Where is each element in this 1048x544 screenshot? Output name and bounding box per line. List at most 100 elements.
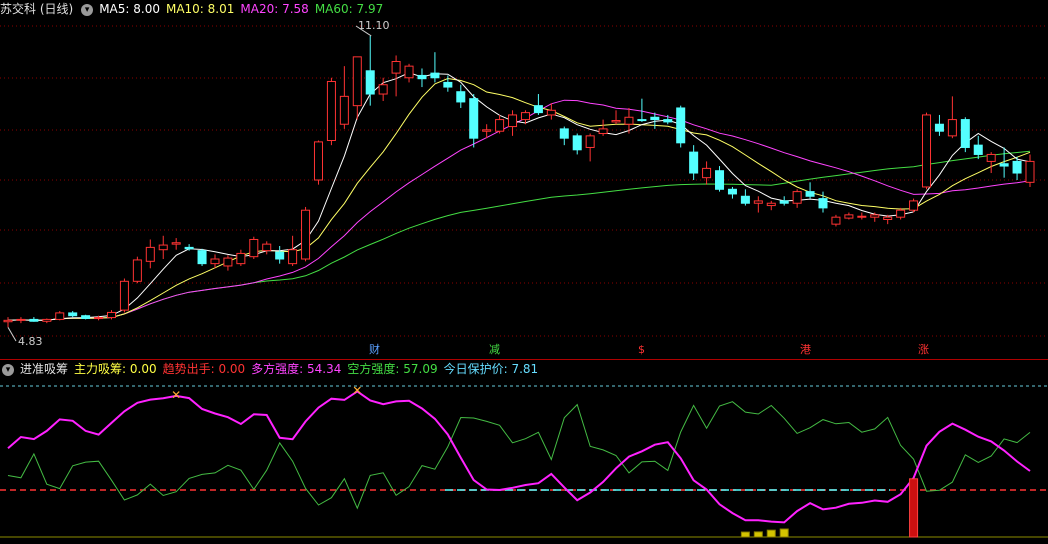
candle-body	[1025, 160, 1035, 183]
candle-body	[55, 312, 65, 320]
candle-body	[663, 119, 673, 123]
chevron-down-icon[interactable]: ▾	[81, 3, 94, 16]
candle-body	[960, 119, 970, 148]
stock-title[interactable]: 苏交科 (日线)	[0, 2, 73, 16]
signal-marker-icon: ✕	[171, 388, 181, 402]
low-marker	[7, 327, 17, 342]
candle-body	[792, 191, 802, 204]
candle-body	[3, 319, 13, 323]
candle-body	[624, 116, 634, 125]
candle-body	[262, 243, 272, 252]
candle-body	[197, 250, 207, 265]
candle-body	[171, 242, 181, 245]
bear-strength-line	[7, 401, 1031, 510]
chevron-down-icon[interactable]: ▾	[2, 363, 14, 376]
candle-body	[585, 135, 595, 148]
candle-body	[1012, 160, 1022, 174]
absorb-bar	[753, 531, 763, 538]
candle-body	[352, 56, 362, 107]
candle-body	[313, 141, 323, 181]
news-tag-rise[interactable]: 涨	[918, 344, 929, 356]
candle-body	[339, 95, 349, 125]
bull-strength-line	[7, 390, 1031, 524]
signal-marker-icon: ✕	[352, 383, 362, 397]
candle-body	[443, 81, 453, 88]
news-tag-reduce[interactable]: 减	[489, 344, 500, 356]
candle-body	[844, 214, 854, 219]
candle-body	[520, 112, 530, 121]
candle-body	[740, 195, 750, 204]
news-tag-finance[interactable]: 财	[369, 344, 380, 356]
candle-body	[81, 315, 91, 319]
ma60-label: MA60: 7.97	[314, 2, 384, 16]
candle-body	[145, 246, 155, 262]
indicator-panel-plot: ✕ ✕	[0, 383, 1048, 538]
candle-body	[378, 84, 388, 95]
ma20-line	[7, 99, 1031, 321]
candle-body	[896, 209, 906, 218]
indicator-panel-header: ▾ 进准吸筹 主力吸筹: 0.00 趋势出手: 0.00 多方强度: 54.34 空方强度…	[0, 360, 544, 378]
candle-body	[818, 198, 828, 209]
ma10-line	[7, 77, 1031, 321]
low-price-label: 4.83	[18, 335, 43, 348]
candle-body	[275, 251, 285, 260]
candle-body	[106, 311, 117, 319]
candle-body	[805, 191, 815, 197]
candle-body	[132, 259, 142, 282]
candle-body	[999, 163, 1009, 167]
candle-body	[986, 153, 996, 162]
candle-body	[753, 200, 763, 204]
ma60-line	[7, 150, 1031, 321]
absorb-bar	[779, 528, 789, 538]
candle-body	[456, 91, 466, 103]
price-panel-header: 苏交科 (日线) ▾ MA5: 8.00 MA10: 8.01 MA20: 7.58 MA…	[0, 0, 389, 18]
absorb-bar	[766, 529, 776, 538]
candle-body	[973, 144, 983, 155]
protect-price-label: 今日保护价: 7.81	[443, 362, 539, 376]
candle-body	[883, 216, 893, 220]
candle-body	[559, 128, 569, 139]
indicator-name[interactable]: 进准吸筹	[20, 362, 68, 376]
ma5-label: MA5: 8.00	[99, 2, 160, 16]
candle-body	[391, 61, 401, 74]
candle-body	[417, 74, 427, 80]
candle-body	[870, 214, 880, 218]
candle-body	[650, 116, 660, 121]
candle-body	[572, 135, 582, 151]
candle-body	[702, 167, 712, 179]
candle-body	[365, 70, 375, 95]
trend-shot-bar	[909, 478, 919, 538]
candlestick-series[interactable]	[3, 25, 1035, 342]
price-gridlines	[0, 25, 1048, 337]
candle-body	[909, 200, 919, 211]
candle-body	[947, 119, 957, 137]
candle-body	[326, 80, 336, 141]
candle-body	[210, 258, 220, 265]
candle-body	[779, 200, 789, 204]
candle-body	[288, 249, 298, 265]
bear-strength-label: 空方强度: 57.09	[347, 362, 438, 376]
bull-strength-label: 多方强度: 54.34	[251, 362, 342, 376]
candle-body	[676, 107, 686, 144]
candle-body	[430, 72, 440, 79]
candle-body	[482, 129, 492, 132]
candle-body	[533, 105, 543, 114]
news-tag-dollar[interactable]: $	[638, 344, 645, 356]
candle-body	[301, 209, 311, 260]
candle-body	[94, 317, 104, 320]
candle-body	[857, 215, 867, 218]
candle-body	[598, 128, 608, 135]
candle-body	[611, 120, 621, 123]
high-price-label: 11.10	[358, 19, 390, 32]
candle-body	[934, 123, 944, 132]
candle-body	[184, 246, 194, 250]
candle-body	[469, 98, 479, 139]
candle-body	[546, 109, 556, 116]
candle-body	[921, 114, 932, 188]
candle-body	[223, 257, 233, 267]
candle-body	[715, 170, 725, 190]
news-tag-hk[interactable]: 港	[800, 344, 811, 356]
ma10-label: MA10: 8.01	[165, 2, 235, 16]
candle-body	[766, 202, 776, 207]
chart-canvas: ✕ ✕	[0, 25, 1048, 538]
